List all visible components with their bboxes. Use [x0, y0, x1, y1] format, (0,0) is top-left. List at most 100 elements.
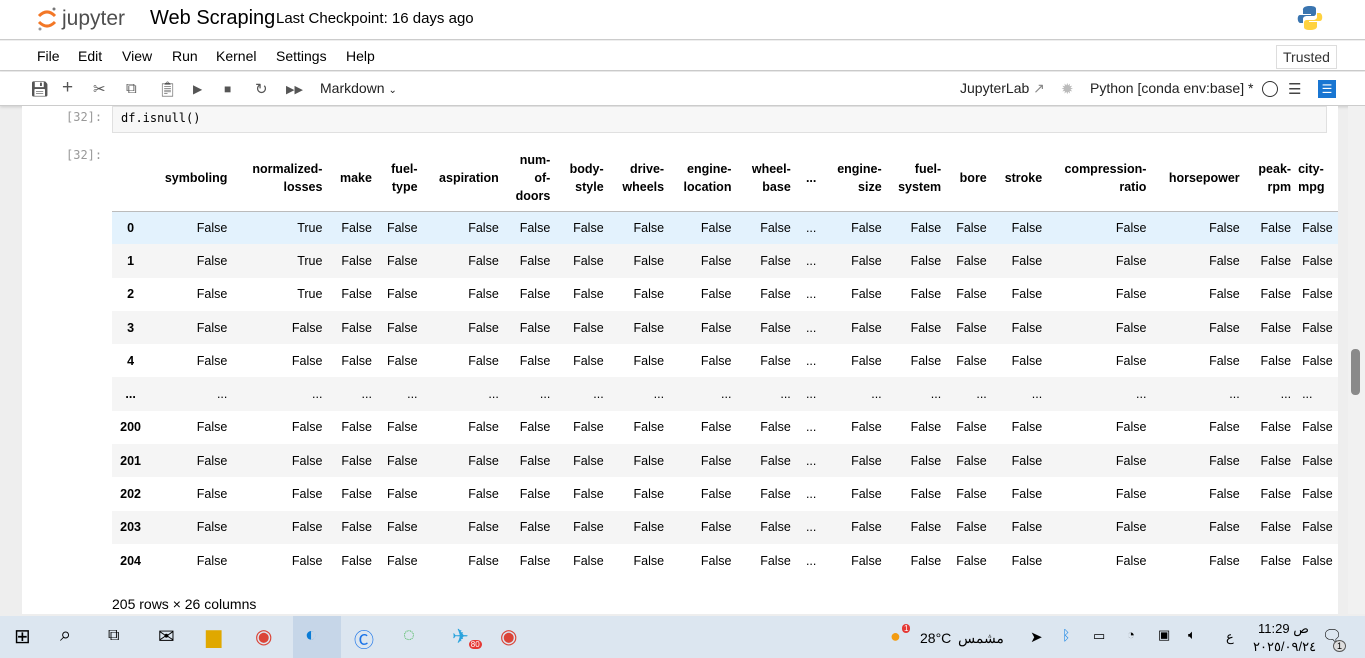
app-c-icon[interactable]: Ⓒ — [354, 624, 374, 653]
table-cell: False — [341, 353, 372, 368]
camera-icon[interactable]: ▣ — [1158, 627, 1170, 643]
table-cell: ... — [805, 487, 817, 502]
edge-icon[interactable]: ◐ — [293, 616, 341, 658]
table-cell: False — [610, 444, 672, 478]
table-cell: False — [910, 553, 942, 568]
notebook-title[interactable]: Web Scraping — [150, 7, 275, 30]
table-cell: False — [196, 420, 228, 435]
table-row: 202 False False False False False False False Fa… — [112, 477, 1338, 510]
table-cell: False — [234, 510, 330, 544]
run-all-icon[interactable]: ▶▶ — [286, 83, 303, 96]
table-cell: False — [671, 244, 739, 278]
search-icon[interactable]: ⌕ — [60, 624, 71, 647]
file-explorer-icon[interactable]: ▆ — [206, 624, 221, 649]
run-icon[interactable]: ▶ — [193, 82, 202, 96]
table-cell: False — [760, 553, 791, 568]
trusted-indicator[interactable]: Trusted — [1276, 45, 1337, 69]
table-cell: False — [633, 553, 665, 568]
table-cell: False — [760, 487, 791, 502]
code-cell-editor[interactable]: df.isnull() — [112, 106, 1327, 133]
table-cell: False — [424, 444, 506, 478]
row-index: ... — [112, 377, 150, 411]
table-cell: False — [378, 310, 425, 345]
column-header: compression-ratio — [1049, 145, 1154, 212]
table-cell: False — [888, 444, 949, 478]
menu-view[interactable]: View — [122, 48, 152, 64]
weather-desc[interactable]: مشمس — [958, 630, 1004, 647]
bluetooth-icon[interactable]: ᛒ — [1062, 627, 1070, 643]
column-header: city-mpg — [1298, 145, 1338, 212]
jupyter-logo[interactable]: jupyter — [36, 6, 125, 32]
table-cell: False — [1153, 244, 1247, 278]
volume-icon[interactable]: 🔈︎ — [1188, 627, 1196, 643]
stop-icon[interactable]: ■ — [224, 82, 231, 96]
column-header: engine-location — [671, 145, 739, 212]
table-cell: ... — [424, 377, 506, 411]
menu-file[interactable]: File — [37, 48, 60, 64]
table-cell: False — [948, 244, 994, 278]
table-cell: ... — [1298, 377, 1338, 411]
table-cell: False — [993, 444, 1050, 478]
save-icon[interactable]: 💾︎ — [30, 80, 49, 98]
table-cell: False — [196, 553, 228, 568]
property-inspector-icon[interactable]: ☰ — [1318, 80, 1336, 98]
vertical-scrollbar[interactable] — [1348, 106, 1365, 614]
table-cell: False — [1011, 420, 1043, 435]
telegram-icon[interactable]: ✈ 80 — [452, 624, 482, 649]
table-cell: False — [738, 310, 798, 345]
chrome-profile-icon[interactable]: ◉ — [500, 624, 517, 649]
menu-help[interactable]: Help — [346, 48, 375, 64]
table-cell: False — [993, 244, 1050, 278]
cell-type-select[interactable]: Markdown ⌄ — [320, 80, 397, 96]
paste-icon[interactable]: 📋︎ — [158, 80, 177, 98]
input-language[interactable]: ع — [1226, 629, 1234, 645]
menu-lines-icon[interactable]: ☰ — [1288, 80, 1301, 98]
table-cell: ... — [797, 211, 824, 245]
menu-edit[interactable]: Edit — [78, 48, 102, 64]
table-cell: False — [1209, 420, 1240, 435]
weather-temp[interactable]: 28°C — [920, 630, 951, 646]
telegram-tray-icon[interactable]: ➤ — [1030, 628, 1043, 646]
jupyter-logo-icon — [37, 7, 57, 31]
table-cell: False — [1260, 353, 1292, 368]
wifi-icon[interactable]: ◔ — [1127, 627, 1135, 642]
table-cell: False — [851, 420, 882, 435]
restart-icon[interactable]: ↻ — [255, 80, 268, 98]
menu-kernel[interactable]: Kernel — [216, 48, 256, 64]
table-cell: False — [196, 287, 228, 302]
clock-date[interactable]: ٢٠٢٥/٠٩/٢٤ — [1253, 639, 1316, 655]
jupyterlab-link[interactable]: JupyterLab ↗ — [960, 80, 1045, 97]
table-cell: False — [700, 353, 732, 368]
scrollbar-thumb[interactable] — [1351, 349, 1360, 395]
add-cell-icon[interactable]: + — [62, 77, 73, 99]
table-cell: False — [700, 553, 732, 568]
windows-start-icon[interactable]: ⊞ — [14, 624, 31, 649]
menu-settings[interactable]: Settings — [276, 48, 327, 64]
column-header: body-style — [557, 145, 611, 212]
notebook-panel: [32]: df.isnull() [32]: symboling normali… — [22, 106, 1338, 614]
debugger-bug-icon[interactable]: ✹ — [1061, 80, 1074, 98]
table-cell: False — [1302, 553, 1333, 568]
battery-icon[interactable]: ▭ — [1093, 628, 1105, 644]
column-header: fuel-type — [378, 145, 425, 212]
kernel-name[interactable]: Python [conda env:base] * — [1090, 80, 1253, 96]
column-header: drive-wheels — [610, 145, 672, 212]
weather-icon[interactable]: ● — [890, 626, 901, 647]
table-cell: False — [234, 444, 330, 478]
cut-icon[interactable]: ✂ — [93, 80, 106, 98]
copy-icon[interactable]: ⧉ — [126, 80, 137, 97]
table-cell: False — [1246, 510, 1299, 544]
table-cell: False — [1115, 420, 1147, 435]
chrome-icon[interactable]: ◉ — [255, 624, 272, 649]
spinner-app-icon[interactable]: ◌ — [403, 624, 415, 647]
table-cell: ... — [797, 377, 824, 411]
menu-run[interactable]: Run — [172, 48, 198, 64]
clock-time[interactable]: 11:29 ص — [1258, 621, 1309, 637]
table-cell: False — [633, 287, 665, 302]
cell-type-value: Markdown — [320, 80, 385, 96]
mail-icon[interactable]: ✉ — [158, 624, 175, 649]
dataframe-table: symboling normalized-losses make fuel-type a… — [112, 145, 1338, 577]
table-cell: False — [424, 510, 506, 544]
task-view-icon[interactable]: ⧉ — [108, 627, 119, 645]
table-cell: False — [1298, 211, 1338, 245]
